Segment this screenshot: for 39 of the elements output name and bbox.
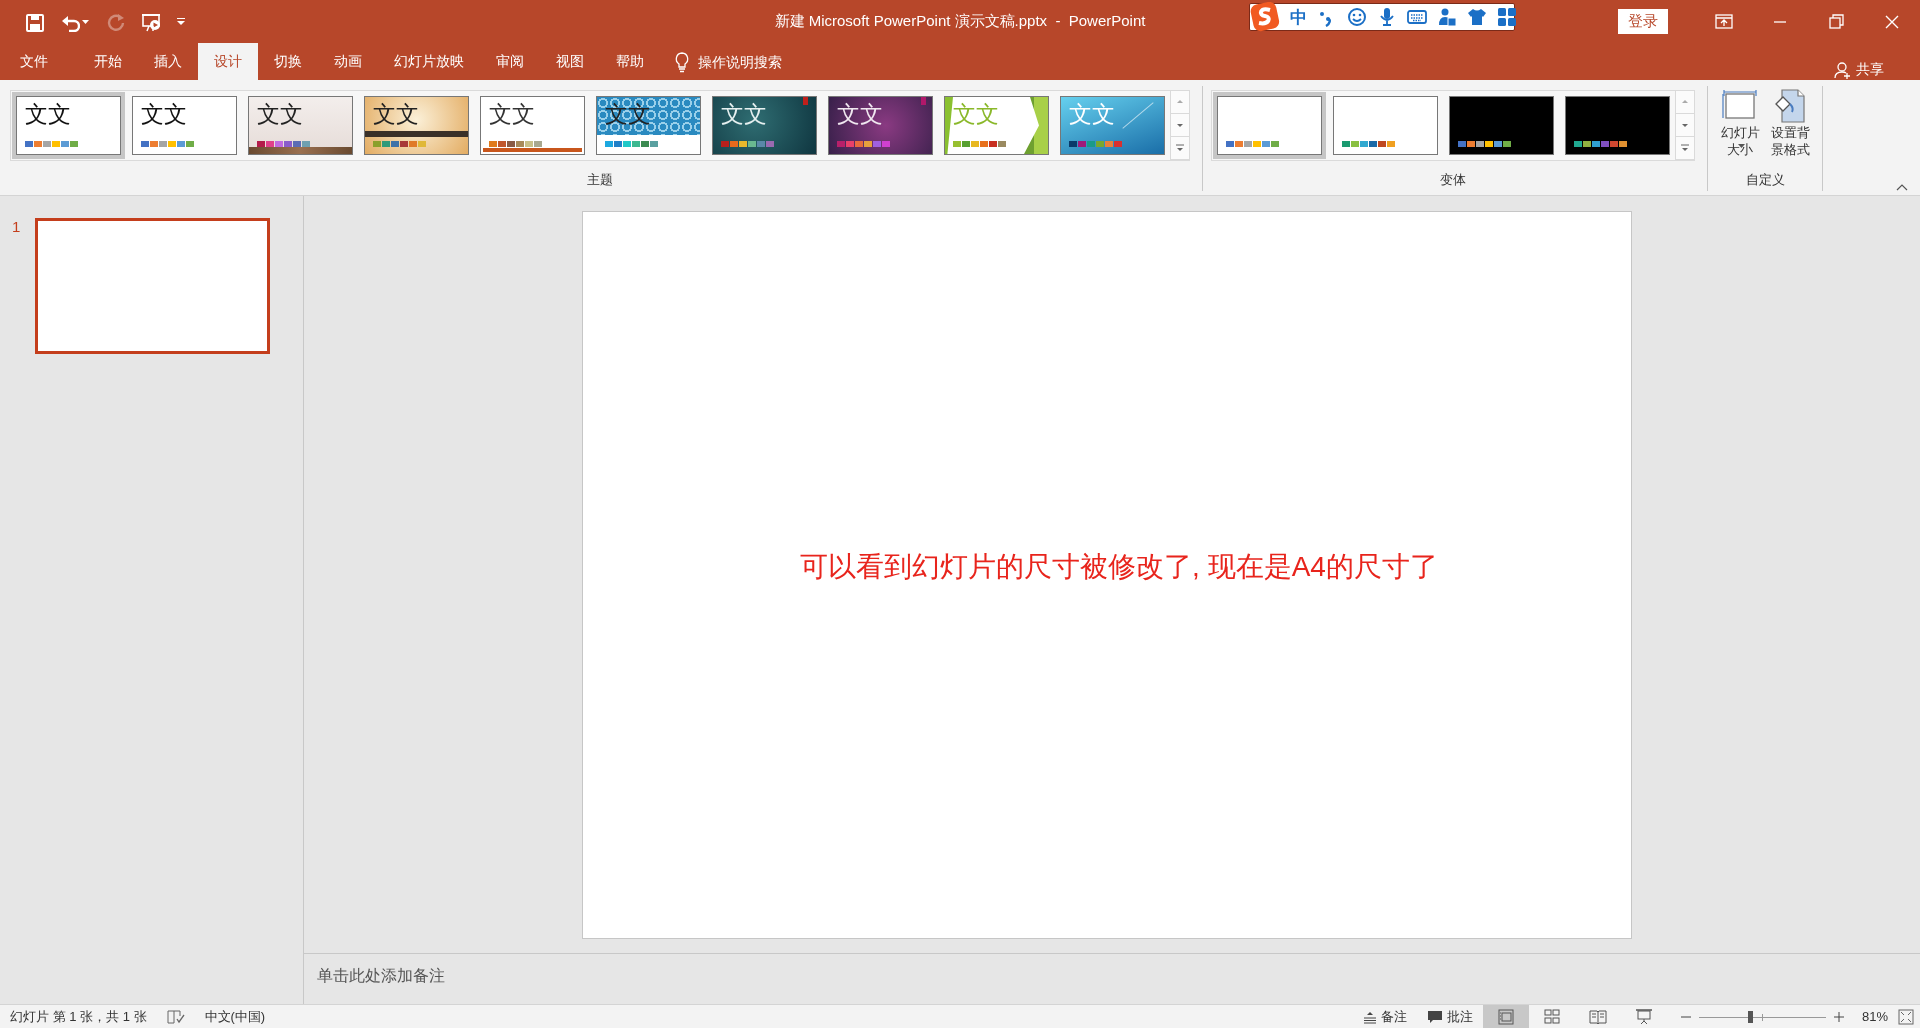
theme-sample-text: 文文 — [373, 100, 419, 128]
ribbon-tab[interactable]: 切换 — [258, 43, 318, 80]
slide-number: 1 — [12, 218, 22, 235]
slide-canvas[interactable]: 可以看到幻灯片的尺寸被修改了, 现在是A4的尺寸了 — [582, 210, 1632, 939]
group-label: 自定义 — [1745, 171, 1785, 189]
window-title: 新建 Microsoft PowerPoint 演示文稿.pptx - PowerPoint — [774, 12, 1146, 31]
slide-counter: 幻灯片 第 1 张，共 1 张 — [10, 1007, 147, 1026]
ribbon-tab[interactable]: 插入 — [138, 43, 198, 80]
ribbon-tab[interactable]: 审阅 — [480, 43, 540, 80]
tell-me-field[interactable]: 操作说明搜索 — [698, 53, 818, 70]
theme-sample-text: 文文 — [141, 100, 187, 128]
slide-text: 可以看到幻灯片的尺寸被修改了, 现在是A4的尺寸了 — [800, 549, 1438, 584]
theme-sample-text: 文文 — [721, 100, 767, 128]
theme-sample-text: 文文 — [489, 100, 535, 128]
theme-sample-text: 文文 — [953, 100, 999, 128]
notes-field[interactable]: 单击此处添加备注 — [304, 953, 1920, 998]
theme-sample-text: 文文 — [1069, 100, 1115, 128]
group-label: 主题 — [587, 171, 613, 189]
login-button[interactable]: 登录 — [1618, 9, 1668, 34]
ribbon-tab[interactable]: 幻灯片放映 — [378, 43, 480, 80]
format-background-button[interactable]: 设置背景格式 — [1768, 88, 1812, 158]
notes-button[interactable]: 备注 — [1352, 1005, 1417, 1028]
input-mode-toggle[interactable]: 中 — [1290, 5, 1307, 29]
theme-sample-text: 文文 — [837, 100, 883, 128]
ribbon-tab[interactable]: 动画 — [318, 43, 378, 80]
ribbon-tab[interactable]: 视图 — [540, 43, 600, 80]
ribbon-tab[interactable]: 设计 — [198, 43, 258, 80]
language-label[interactable]: 中文(中国) — [204, 1007, 266, 1026]
comments-button[interactable]: 批注 — [1416, 1005, 1483, 1028]
share-button[interactable]: 共享 — [1828, 60, 1890, 80]
ribbon-tab[interactable]: 帮助 — [600, 43, 660, 80]
slide-size-button[interactable]: 幻灯片大小 — [1718, 88, 1762, 158]
theme-thumbnail[interactable]: 文文 — [12, 92, 125, 159]
theme-sample-text: 文文 — [257, 100, 303, 128]
ribbon-tab[interactable]: 文件 — [0, 43, 78, 80]
group-label: 变体 — [1440, 171, 1466, 189]
theme-sample-text: 文文 — [25, 100, 71, 128]
zoom-level[interactable]: 81% — [1847, 1009, 1898, 1024]
ribbon-tab[interactable]: 开始 — [78, 43, 138, 80]
